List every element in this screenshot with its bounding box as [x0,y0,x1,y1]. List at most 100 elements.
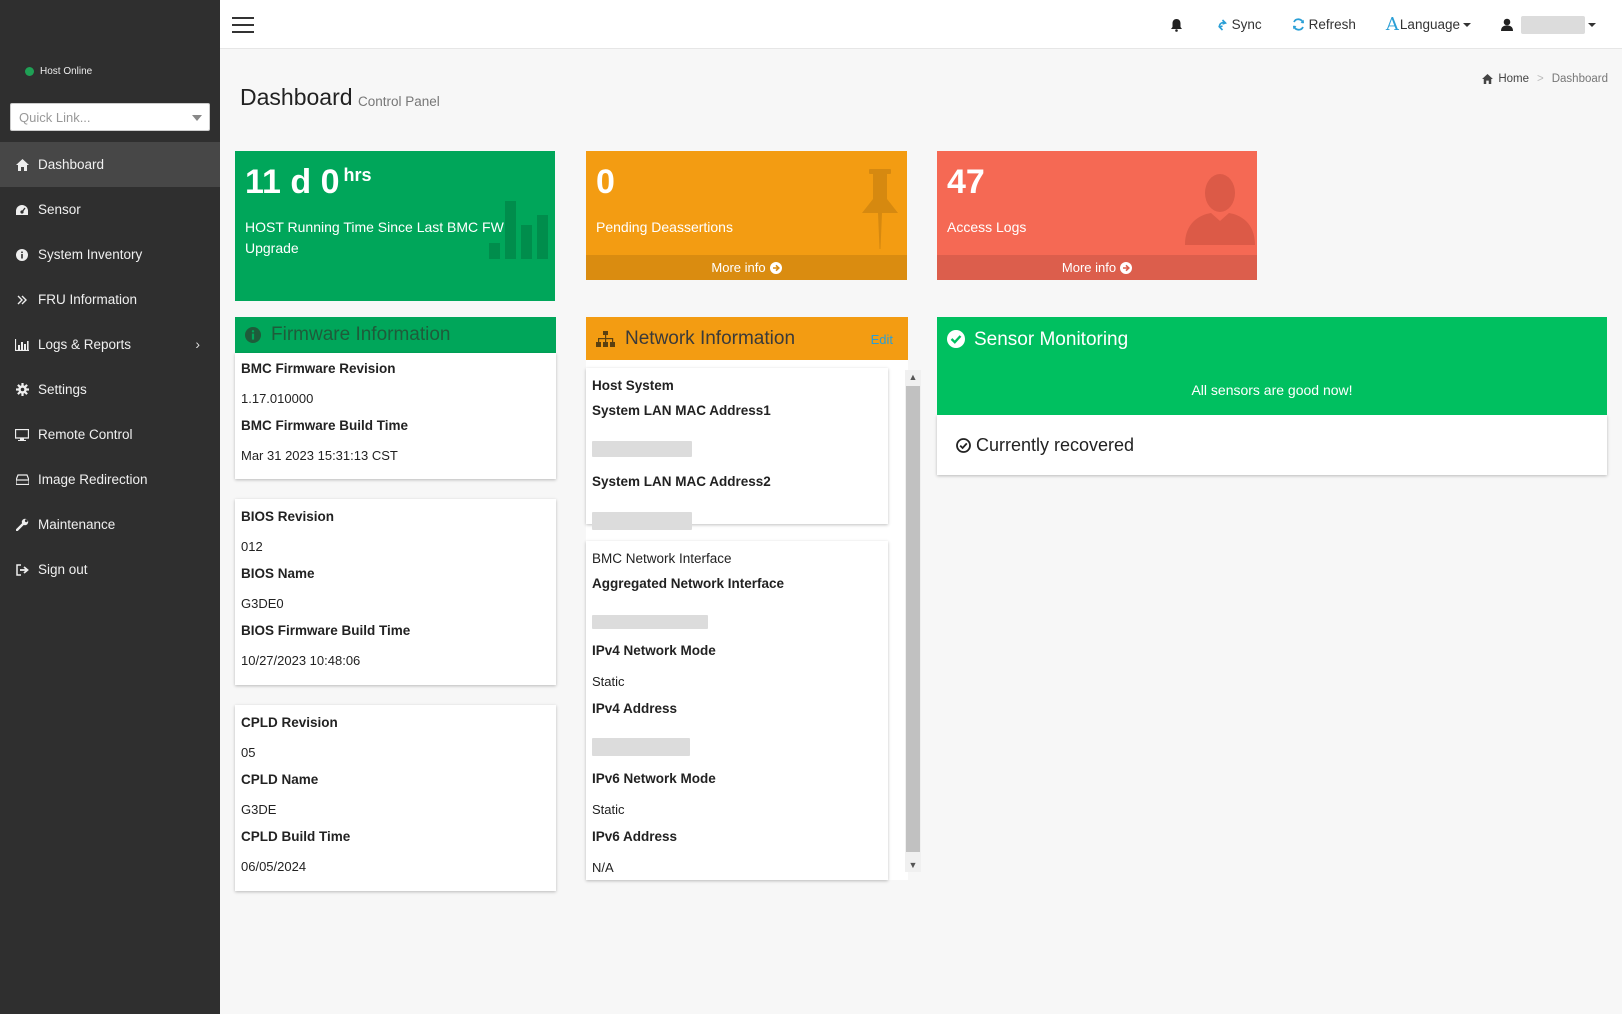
bios-name-key: BIOS Name [241,566,315,581]
top-navbar: Sync Refresh A Language [220,0,1622,49]
notifications-button[interactable] [1170,18,1187,32]
sidebar-item-maintenance[interactable]: Maintenance [0,502,220,547]
wrench-icon [15,518,29,532]
access-logs-label: Access Logs [947,219,1027,235]
pushpin-icon [860,169,900,252]
recovered-label: Currently recovered [976,434,1135,455]
sidebar-item-logs-reports[interactable]: Logs & Reports › [0,322,220,367]
quick-link-select[interactable]: Quick Link... [10,103,210,131]
uptime-unit: hrs [343,165,372,185]
uptime-value: 11 d 0 hrs [245,163,372,202]
page-title: Dashboard [240,84,353,110]
deassertions-label: Pending Deassertions [596,219,733,235]
sync-button[interactable]: Sync [1217,17,1262,32]
sidebar-item-sign-out[interactable]: Sign out [0,547,220,592]
network-information-panel: Network Information Edit Host System Sys… [586,317,921,880]
sidebar-item-system-inventory[interactable]: System Inventory [0,232,220,277]
network-edit-link[interactable]: Edit [871,332,893,347]
menu-toggle-icon[interactable] [232,17,254,33]
bios-build-value: 10/27/2023 10:48:06 [241,653,361,668]
redacted-username [1521,15,1585,34]
sidebar-item-fru-information[interactable]: FRU Information [0,277,220,322]
bmc-network-card: BMC Network Interface Aggregated Network… [586,541,888,880]
check-circle-outline-icon [956,437,971,453]
cpld-name-key: CPLD Name [241,772,319,787]
scroll-down-icon[interactable]: ▼ [905,858,921,872]
sidebar-menu: Dashboard Sensor System Inventory FRU In… [0,142,220,592]
sidebar-item-sensor[interactable]: Sensor [0,187,220,232]
bios-rev-value: 012 [241,539,263,554]
deassertions-more-info-link[interactable]: More info [586,255,907,280]
user-menu-dropdown[interactable] [1501,15,1596,34]
scroll-up-icon[interactable]: ▲ [905,370,921,384]
more-info-label: More info [711,260,766,275]
uptime-number: 11 d 0 [245,163,340,201]
host-status: Host Online [25,66,92,77]
sensor-panel-title: Sensor Monitoring [974,329,1129,350]
scrollbar-thumb[interactable] [906,386,920,852]
pending-deassertions-box: 0 Pending Deassertions More info [586,151,907,280]
ipv4-address-key: IPv4 Address [592,701,678,716]
aggregated-interface-key: Aggregated Network Interface [592,576,785,591]
refresh-icon [1292,18,1305,31]
chevron-right-icon: › [195,336,200,352]
sidebar-item-label: Sign out [38,562,88,577]
cpld-build-key: CPLD Build Time [241,829,351,844]
ipv4-mode-value: Static [592,674,625,689]
chevron-down-icon [1463,22,1471,27]
network-scrollbar[interactable]: ▲ ▼ [905,370,921,872]
host-system-card: Host System System LAN MAC Address1 Syst… [586,368,888,530]
cpld-name-value: G3DE [241,802,277,817]
firmware-panel-header: Firmware Information [235,317,556,353]
page-subtitle: Control Panel [358,94,440,109]
sidebar-item-label: System Inventory [38,247,143,262]
bios-card: BIOS Revision 012 BIOS Name G3DE0 BIOS F… [235,499,556,685]
sidebar-item-image-redirection[interactable]: Image Redirection [0,457,220,502]
sidebar-item-remote-control[interactable]: Remote Control [0,412,220,457]
info-circle-icon [245,327,261,343]
bios-rev-key: BIOS Revision [241,509,335,524]
arrow-circle-right-icon [769,261,782,274]
more-info-label: More info [1061,260,1117,275]
monitor-icon [15,428,29,442]
access-logs-count: 47 [947,163,985,201]
ipv6-mode-value: Static [592,802,625,817]
language-dropdown[interactable]: A Language [1386,14,1471,35]
home-icon [1482,74,1494,84]
sidebar-item-label: Remote Control [38,427,133,442]
recovered-card: Currently recovered [937,415,1607,475]
sync-icon [1217,18,1228,31]
ipv6-address-value: N/A [592,860,614,875]
language-label: Language [1399,17,1460,32]
bell-icon [1170,18,1183,32]
sidebar-item-label: Sensor [38,202,81,217]
firmware-panel-title: Firmware Information [271,324,451,345]
bmc-interface-label: BMC Network Interface [592,551,732,566]
cpld-rev-value: 05 [241,745,256,760]
quick-link-placeholder: Quick Link... [19,109,91,125]
breadcrumb-home-link[interactable]: Home [1498,73,1529,85]
sensor-monitoring-panel: Sensor Monitoring All sensors are good n… [937,317,1607,475]
sidebar-item-label: Settings [38,382,87,397]
cpld-card: CPLD Revision 05 CPLD Name G3DE CPLD Bui… [235,705,556,891]
host-system-label: Host System [592,378,674,393]
deassertions-count: 0 [596,163,615,201]
redacted-mac1 [592,441,692,457]
access-logs-box: 47 Access Logs More info [937,151,1257,280]
check-circle-icon [947,330,965,348]
breadcrumb-separator: > [1537,73,1544,85]
sidebar-item-dashboard[interactable]: Dashboard [0,142,220,187]
home-icon [15,158,29,172]
sidebar-item-settings[interactable]: Settings [0,367,220,412]
sidebar-item-label: Maintenance [38,517,116,532]
access-logs-more-info-link[interactable]: More info [937,255,1257,280]
sidebar-item-label: Logs & Reports [38,337,132,352]
language-icon: A [1385,14,1399,35]
sync-label: Sync [1231,17,1262,32]
sensor-status-text: All sensors are good now! [1191,382,1353,398]
sensor-panel-header: Sensor Monitoring All sensors are good n… [937,317,1607,415]
bmc-rev-key: BMC Firmware Revision [241,361,396,376]
arrow-circle-right-icon [1120,261,1133,274]
refresh-button[interactable]: Refresh [1292,17,1356,32]
double-chevron-icon [15,293,29,307]
